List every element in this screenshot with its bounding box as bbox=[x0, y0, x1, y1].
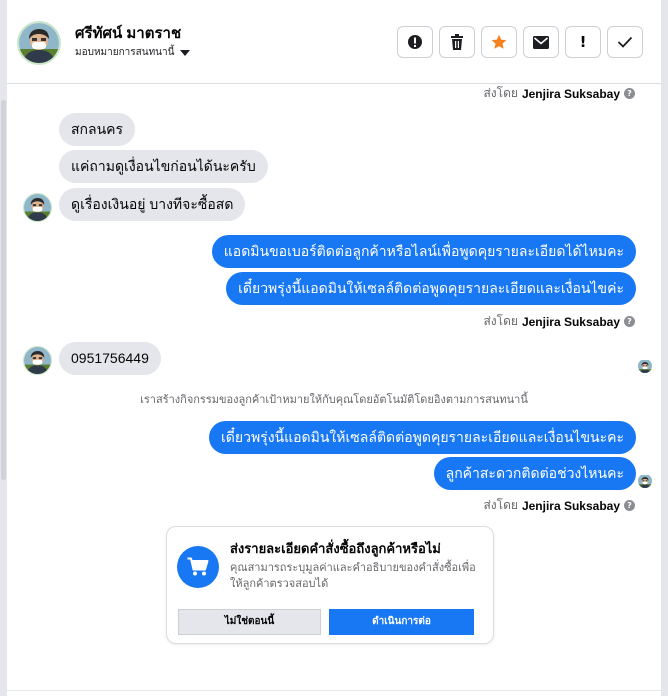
assign-label: มอบหมายการสนทนานี้ bbox=[75, 47, 175, 58]
card-description: คุณสามารถระบุมูลค่าและคำอธิบายของคำสั่งซ… bbox=[230, 562, 476, 590]
left-scroll-thumb[interactable] bbox=[1, 100, 6, 480]
contact-avatar[interactable] bbox=[17, 21, 61, 65]
star-button[interactable] bbox=[481, 26, 517, 58]
check-icon bbox=[617, 36, 633, 48]
message-bubble-incoming[interactable]: 0951756449 bbox=[59, 342, 161, 375]
sent-by-agent[interactable]: Jenjira Suksabay bbox=[522, 315, 620, 329]
message-bubble-outgoing[interactable]: เดี๋ยวพรุ่งนี้แอดมินให้เซลล์ติดต่อพูดคุย… bbox=[226, 272, 636, 305]
sent-by-agent[interactable]: Jenjira Suksabay bbox=[522, 499, 620, 513]
mark-spam-button[interactable] bbox=[397, 26, 433, 58]
follow-up-label: ! bbox=[579, 33, 587, 51]
read-receipt-avatar bbox=[638, 474, 652, 488]
card-title: ส่งรายละเอียดคำสั่งซื้อถึงลูกค้าหรือไม่ bbox=[230, 541, 441, 556]
assign-conversation-dropdown[interactable]: มอบหมายการสนทนานี้ bbox=[75, 45, 191, 60]
sent-by-row: ส่งโดย Jenjira Suksabay ? bbox=[483, 84, 635, 103]
message-bubble-incoming[interactable]: ดูเรื่องเงินอยู่ บางทีจะซื้อสด bbox=[59, 188, 246, 221]
sent-by-prefix: ส่งโดย bbox=[483, 86, 518, 100]
continue-button[interactable]: ดำเนินการต่อ bbox=[329, 609, 474, 635]
sent-by-row: ส่งโดย Jenjira Suksabay ? bbox=[483, 312, 635, 331]
shopping-cart-icon bbox=[177, 546, 219, 588]
delete-button[interactable] bbox=[439, 26, 475, 58]
follow-up-button[interactable]: ! bbox=[565, 26, 601, 58]
contact-name[interactable]: ศรีทัศน์ มาตราช bbox=[75, 21, 181, 45]
email-button[interactable] bbox=[523, 26, 559, 58]
order-details-card: ส่งรายละเอียดคำสั่งซื้อถึงลูกค้าหรือไม่ … bbox=[166, 526, 494, 644]
message-bubble-outgoing[interactable]: แอดมินขอเบอร์ติดต่อลูกค้าหรือไลน์เพื่อพู… bbox=[211, 235, 636, 268]
message-bubble-incoming[interactable]: สกลนคร bbox=[59, 113, 136, 146]
message-bubble-incoming[interactable]: แค่ถามดูเงื่อนไขก่อนได้นะครับ bbox=[59, 150, 268, 183]
caret-down-icon bbox=[180, 50, 191, 56]
sent-by-prefix: ส่งโดย bbox=[483, 314, 518, 328]
sent-by-prefix: ส่งโดย bbox=[483, 498, 518, 512]
info-icon[interactable]: ? bbox=[624, 316, 635, 327]
star-icon bbox=[491, 34, 507, 49]
message-bubble-outgoing[interactable]: เดี๋ยวพรุ่งนี้แอดมินให้เซลล์ติดต่อพูดคุย… bbox=[209, 421, 636, 454]
contact-avatar-small[interactable] bbox=[23, 193, 52, 222]
read-receipt-avatar bbox=[638, 359, 652, 373]
exclamation-circle-icon bbox=[408, 35, 422, 49]
info-icon[interactable]: ? bbox=[624, 500, 635, 511]
envelope-icon bbox=[533, 35, 549, 49]
right-scroll-track[interactable] bbox=[661, 0, 668, 696]
sent-by-row: ส่งโดย Jenjira Suksabay ? bbox=[483, 496, 635, 515]
info-icon[interactable]: ? bbox=[624, 88, 635, 99]
conversation-header: ศรีทัศน์ มาตราช มอบหมายการสนทนานี้ ! bbox=[7, 0, 661, 84]
system-note: เราสร้างกิจกรรมของลูกค้าเป้าหมายให้กับคุ… bbox=[140, 394, 528, 406]
not-now-button[interactable]: ไม่ใช่ตอนนี้ bbox=[178, 609, 321, 635]
trash-icon bbox=[451, 34, 463, 50]
mark-done-button[interactable] bbox=[607, 26, 643, 58]
message-bubble-outgoing[interactable]: ลูกค้าสะดวกติดต่อช่วงไหนคะ bbox=[433, 457, 636, 490]
contact-avatar-small[interactable] bbox=[23, 346, 52, 375]
sent-by-agent[interactable]: Jenjira Suksabay bbox=[522, 87, 620, 101]
conversation-actions: ! bbox=[397, 26, 643, 58]
